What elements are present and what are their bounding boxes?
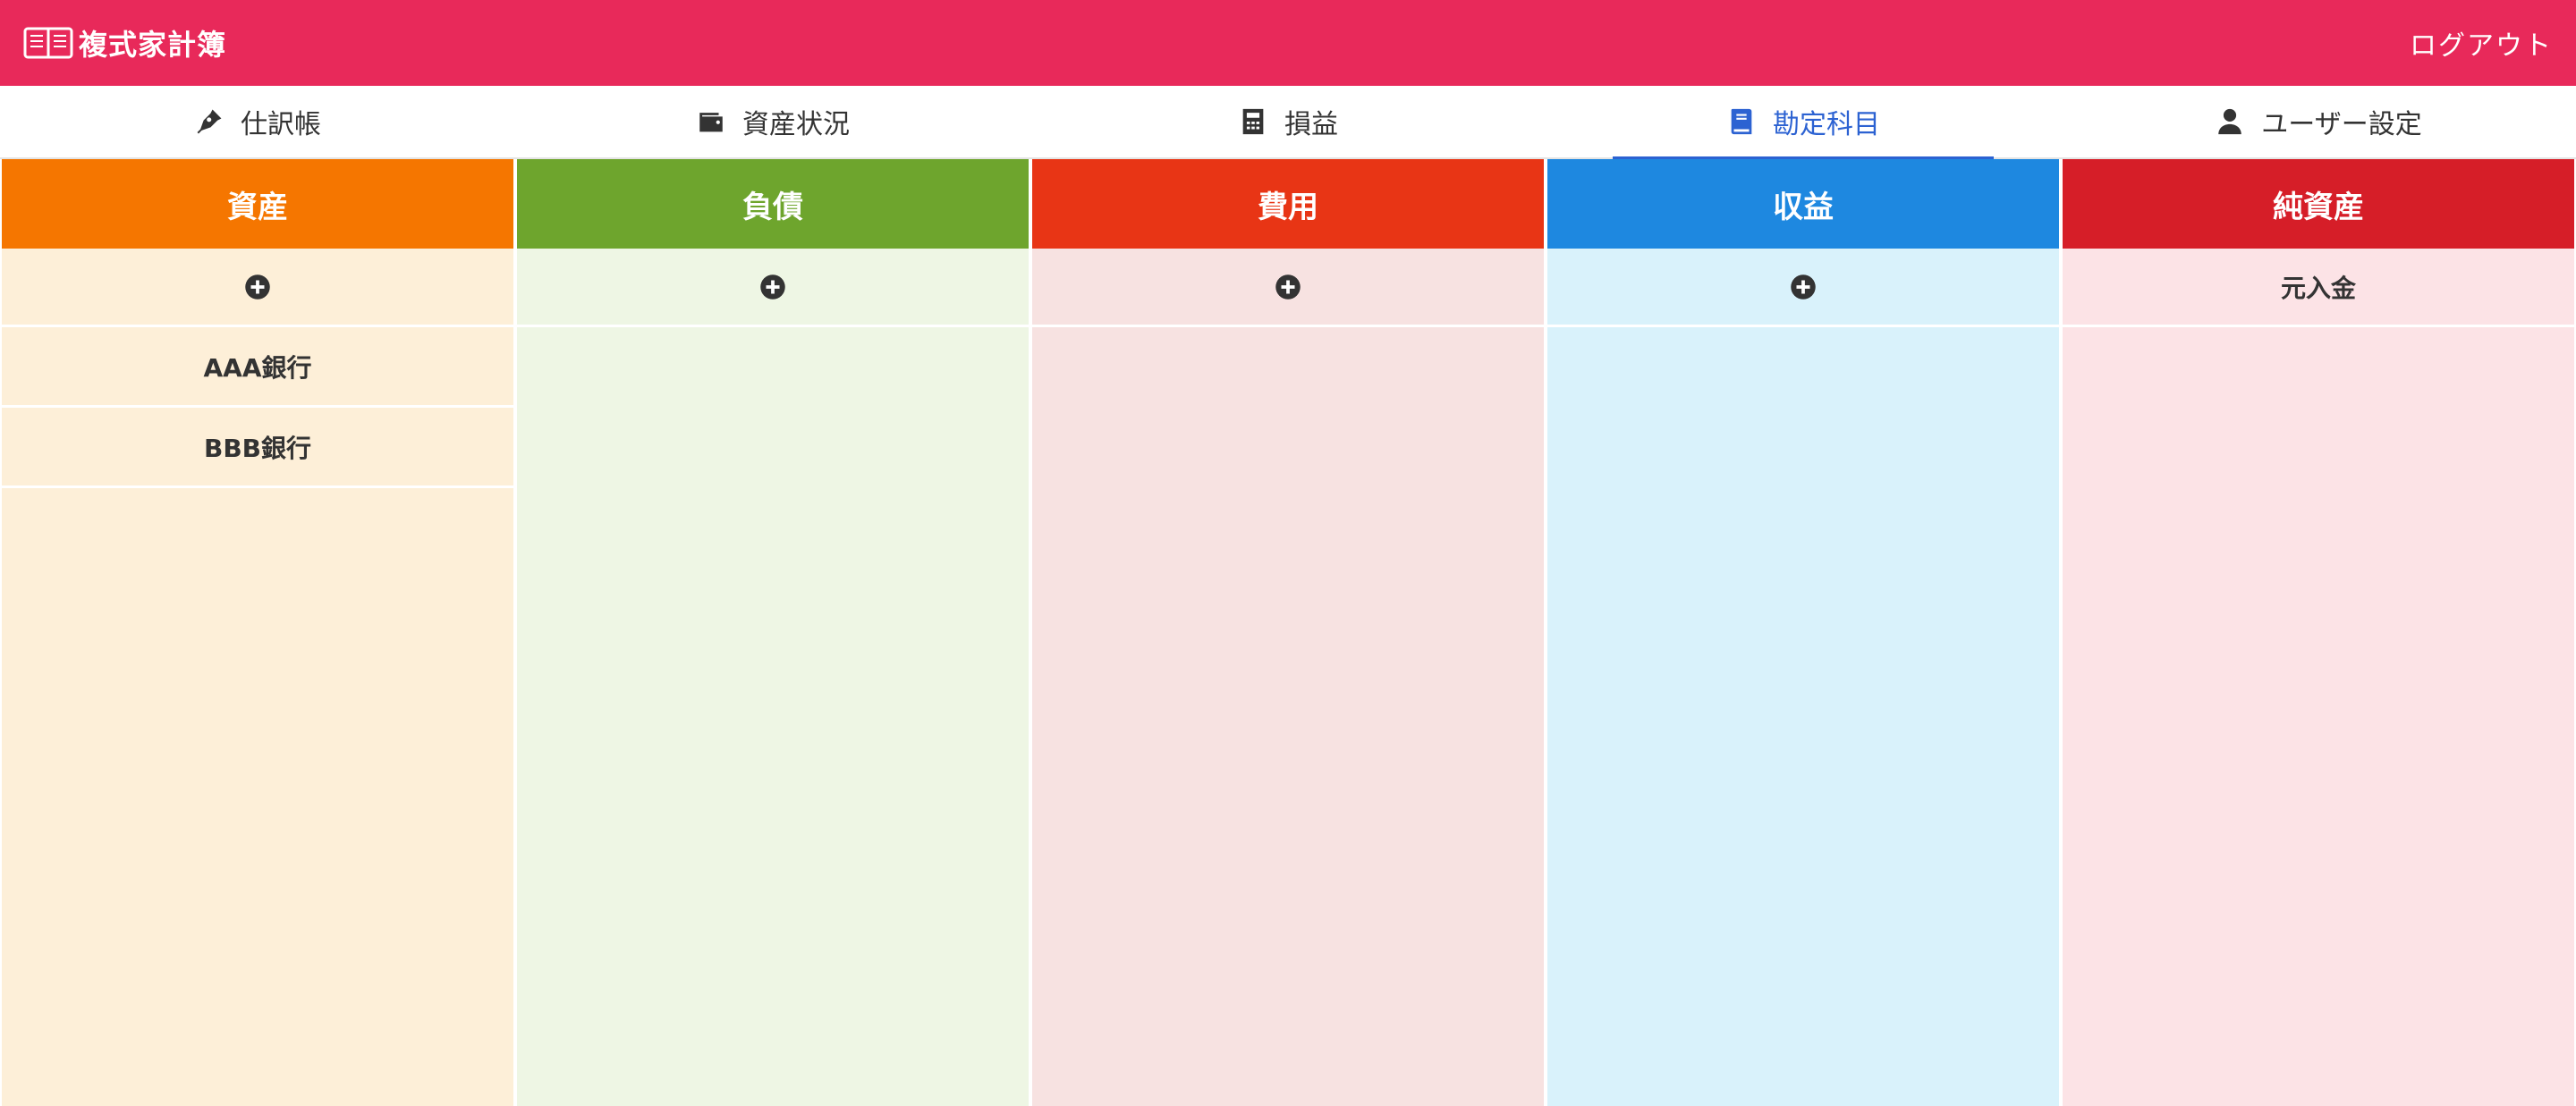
- book-icon: [1731, 108, 1752, 135]
- tab-label: 勘定科目: [1773, 109, 1880, 140]
- account-item[interactable]: AAA銀行: [2, 327, 513, 408]
- tab-label: ユーザー設定: [2261, 109, 2422, 140]
- plus-circle-icon: [245, 274, 270, 300]
- pen-nib-icon: [197, 109, 222, 134]
- wallet-icon: [699, 113, 723, 132]
- app-header: 複式家計簿 ログアウト: [0, 0, 2576, 86]
- tab-label: 資産状況: [742, 109, 850, 140]
- tab-journal[interactable]: 仕訳帳: [0, 86, 515, 157]
- plus-circle-icon: [760, 274, 785, 300]
- column-header: 収益: [1547, 159, 2059, 249]
- tab-label: 仕訳帳: [241, 109, 321, 140]
- column-body: [1032, 327, 1544, 1106]
- column-liabilities: 負債: [515, 159, 1030, 1106]
- tab-accounts[interactable]: 勘定科目: [1546, 86, 2061, 159]
- tab-assets-status[interactable]: 資産状況: [515, 86, 1030, 157]
- column-header: 費用: [1032, 159, 1544, 249]
- column-revenue: 収益: [1546, 159, 2061, 1106]
- column-assets: 資産 AAA銀行 BBB銀行: [0, 159, 515, 1106]
- column-expenses: 費用: [1030, 159, 1546, 1106]
- tab-profit-loss[interactable]: 損益: [1030, 86, 1546, 157]
- capital-account-item[interactable]: 元入金: [2063, 249, 2574, 327]
- plus-circle-icon: [1791, 274, 1816, 300]
- column-net-assets: 純資産 元入金: [2061, 159, 2576, 1106]
- add-account-button[interactable]: [1032, 249, 1544, 327]
- user-icon: [2218, 108, 2242, 135]
- accounts-board: 資産 AAA銀行 BBB銀行 負債 費用 収益 純資産 元入金: [0, 159, 2576, 1106]
- brand[interactable]: 複式家計簿: [23, 22, 226, 63]
- app-title: 複式家計簿: [79, 28, 227, 62]
- plus-circle-icon: [1275, 274, 1301, 300]
- add-account-button[interactable]: [2, 249, 513, 327]
- column-header: 負債: [517, 159, 1029, 249]
- account-item[interactable]: BBB銀行: [2, 408, 513, 488]
- add-account-button[interactable]: [517, 249, 1029, 327]
- column-header: 純資産: [2063, 159, 2574, 249]
- tab-user-settings[interactable]: ユーザー設定: [2061, 86, 2576, 157]
- column-body: [2, 488, 513, 1106]
- tab-label: 損益: [1284, 109, 1338, 140]
- open-book-icon: [23, 27, 73, 59]
- column-header: 資産: [2, 159, 513, 249]
- column-body: [517, 327, 1029, 1106]
- add-account-button[interactable]: [1547, 249, 2059, 327]
- calculator-icon: [1242, 108, 1264, 135]
- column-body: [2063, 327, 2574, 1106]
- logout-link[interactable]: ログアウト: [2410, 23, 2553, 63]
- main-nav: 仕訳帳 資産状況 損益 勘定科目 ユーザー設定: [0, 86, 2576, 159]
- column-body: [1547, 327, 2059, 1106]
